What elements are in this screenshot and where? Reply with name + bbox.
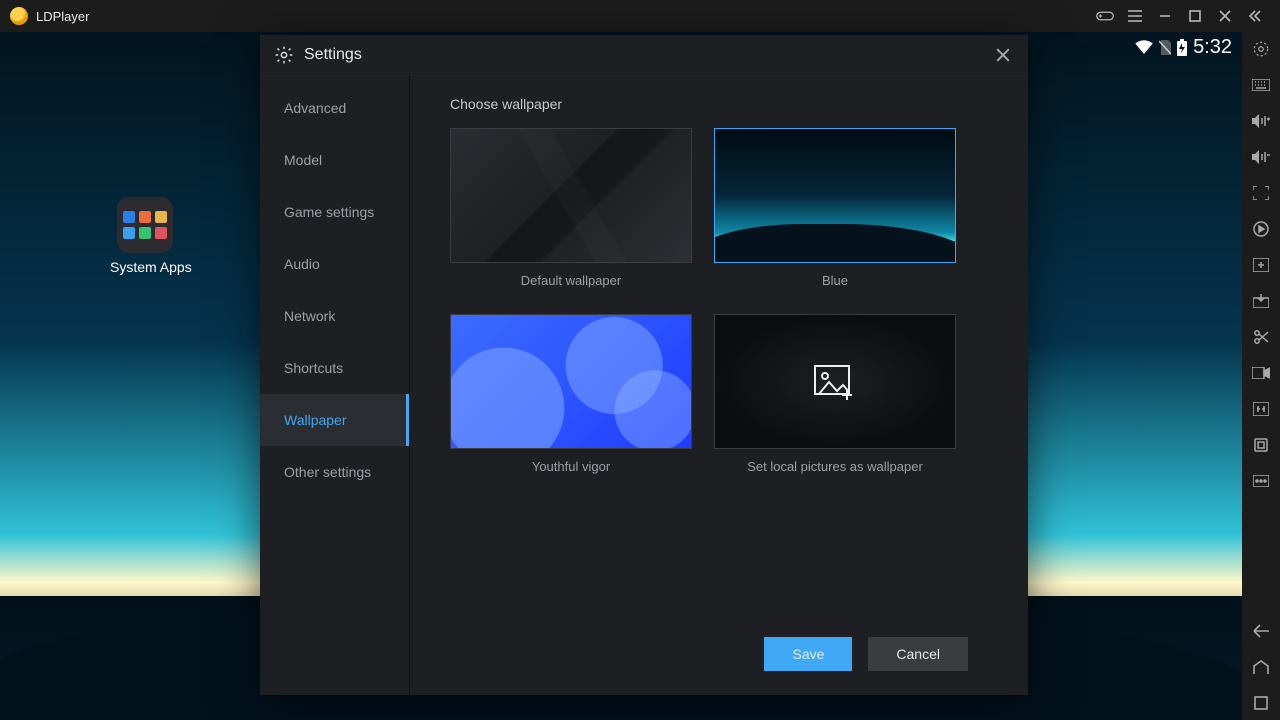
wallpaper-set-local[interactable]: Set local pictures as wallpaper <box>714 314 956 474</box>
settings-header: Settings <box>260 35 1028 75</box>
sidebar-item-model[interactable]: Model <box>260 134 409 186</box>
gear-icon <box>274 45 294 65</box>
titlebar: LDPlayer <box>0 0 1280 32</box>
wallpaper-default[interactable]: Default wallpaper <box>450 128 692 288</box>
install-apk-icon[interactable] <box>1250 290 1272 312</box>
app-logo <box>10 7 28 25</box>
home-icon[interactable] <box>1250 656 1272 678</box>
volume-up-icon[interactable] <box>1250 110 1272 132</box>
video-record-icon[interactable] <box>1250 362 1272 384</box>
battery-icon <box>1177 39 1187 56</box>
sidebar-item-audio[interactable]: Audio <box>260 238 409 290</box>
sidebar-item-other-settings[interactable]: Other settings <box>260 446 409 498</box>
close-button[interactable] <box>1210 0 1240 32</box>
fullscreen-icon[interactable] <box>1250 182 1272 204</box>
rotate-icon[interactable] <box>1250 434 1272 456</box>
system-apps-folder[interactable]: System Apps <box>110 197 180 275</box>
wallpaper-youthful-vigor[interactable]: Youthful vigor <box>450 314 692 474</box>
maximize-button[interactable] <box>1180 0 1210 32</box>
collapse-sidebar-icon[interactable] <box>1240 0 1270 32</box>
sync-icon[interactable] <box>1250 218 1272 240</box>
settings-gear-icon[interactable] <box>1250 38 1272 60</box>
image-add-icon <box>813 364 857 400</box>
sidebar-item-shortcuts[interactable]: Shortcuts <box>260 342 409 394</box>
sidebar-item-game-settings[interactable]: Game settings <box>260 186 409 238</box>
status-time: 5:32 <box>1193 36 1232 59</box>
settings-title: Settings <box>304 46 362 64</box>
menu-icon[interactable] <box>1120 0 1150 32</box>
back-icon[interactable] <box>1250 620 1272 642</box>
cancel-button[interactable]: Cancel <box>868 637 968 671</box>
keyboard-icon[interactable] <box>1250 74 1272 96</box>
sidebar-item-advanced[interactable]: Advanced <box>260 82 409 134</box>
more-icon[interactable] <box>1250 470 1272 492</box>
system-apps-label: System Apps <box>110 259 180 275</box>
recent-apps-icon[interactable] <box>1250 692 1272 714</box>
volume-down-icon[interactable] <box>1250 146 1272 168</box>
settings-sidebar: Advanced Model Game settings Audio Netwo… <box>260 76 410 695</box>
wallpaper-label: Youthful vigor <box>450 459 692 474</box>
sidebar-item-wallpaper[interactable]: Wallpaper <box>260 394 409 446</box>
wallpaper-label: Default wallpaper <box>450 273 692 288</box>
settings-close-button[interactable] <box>992 44 1014 66</box>
wallpaper-blue[interactable]: Blue <box>714 128 956 288</box>
wallpaper-label: Blue <box>714 273 956 288</box>
settings-content: Choose wallpaper Default wallpaper Blue … <box>410 76 1028 695</box>
minimize-button[interactable] <box>1150 0 1180 32</box>
app-title: LDPlayer <box>36 9 89 24</box>
wifi-icon <box>1135 40 1153 54</box>
wallpaper-label: Set local pictures as wallpaper <box>714 459 956 474</box>
side-toolbar <box>1242 32 1280 720</box>
android-status-bar: 5:32 <box>1125 32 1242 62</box>
add-window-icon[interactable] <box>1250 254 1272 276</box>
section-title: Choose wallpaper <box>450 96 998 112</box>
gamepad-icon[interactable] <box>1090 0 1120 32</box>
scissors-icon[interactable] <box>1250 326 1272 348</box>
operation-sync-icon[interactable] <box>1250 398 1272 420</box>
sidebar-item-network[interactable]: Network <box>260 290 409 342</box>
settings-dialog: Settings Advanced Model Game settings Au… <box>260 35 1028 695</box>
no-sim-icon <box>1159 40 1171 55</box>
save-button[interactable]: Save <box>764 637 852 671</box>
